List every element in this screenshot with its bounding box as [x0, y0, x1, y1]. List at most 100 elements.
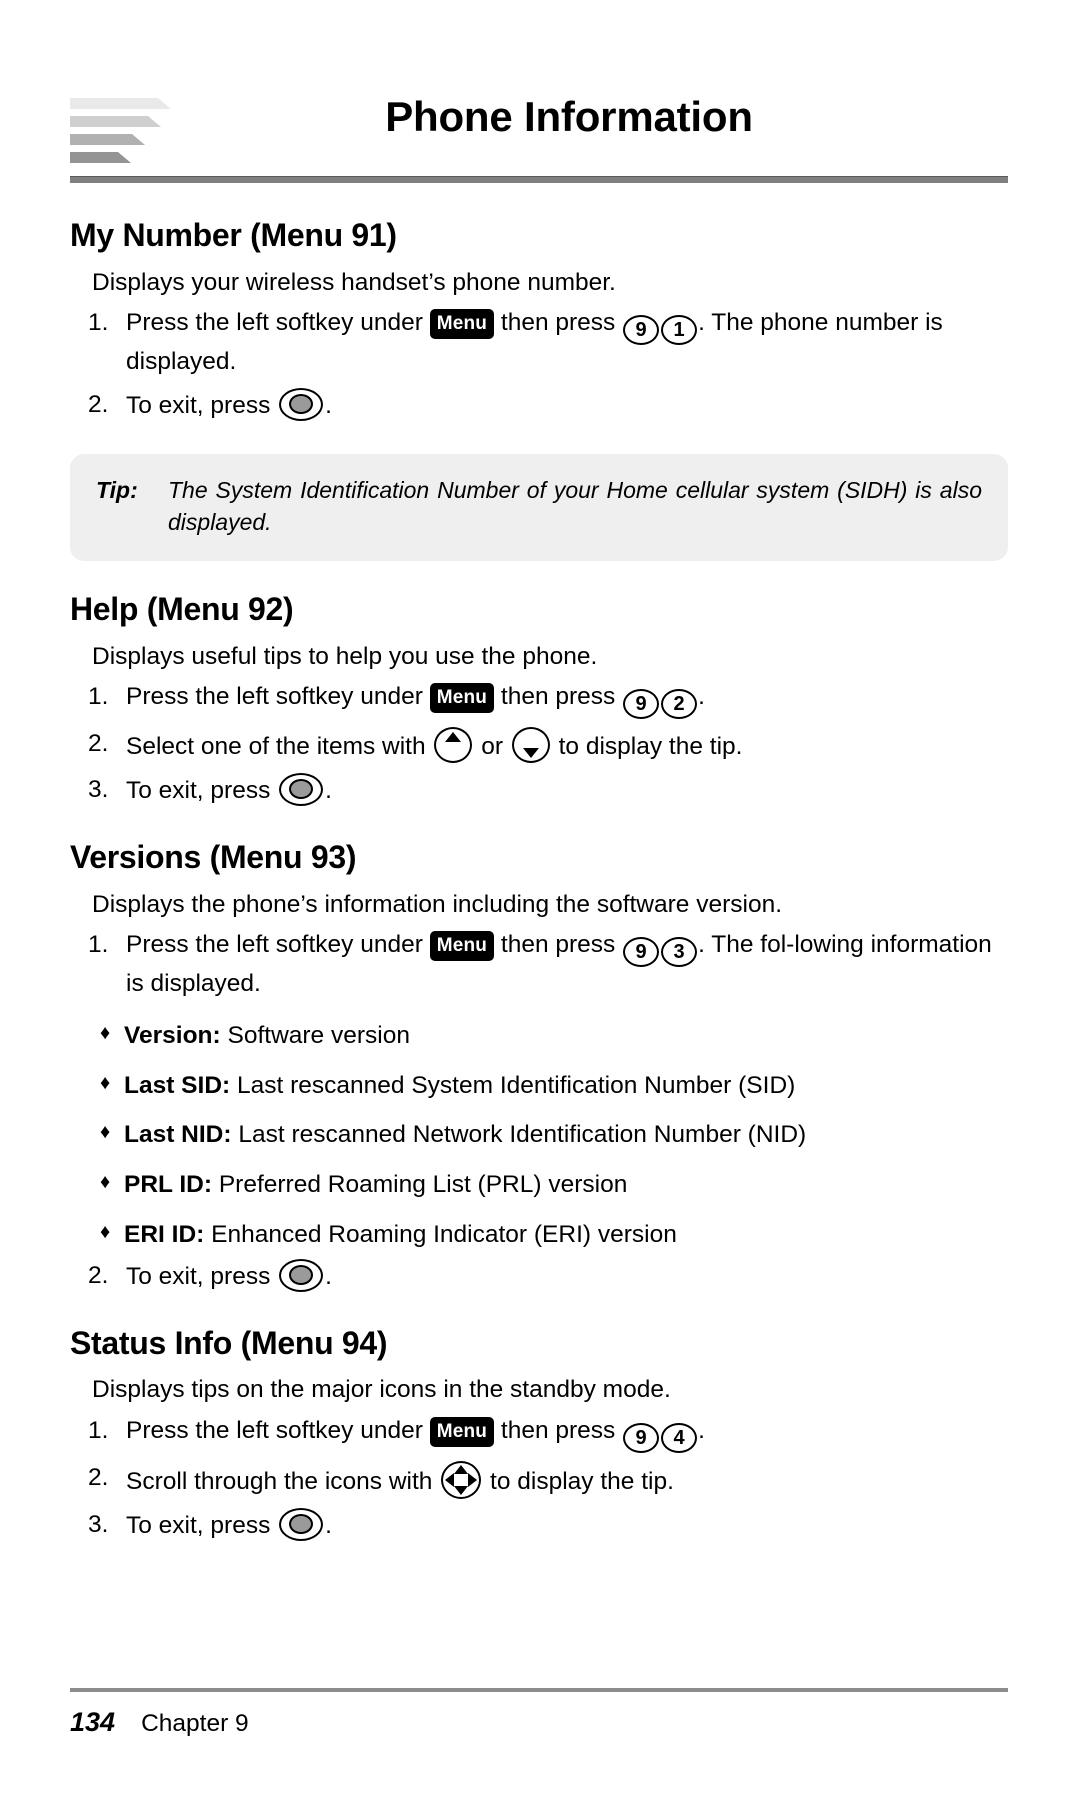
section-help: Help (Menu 92) Displays useful tips to he…	[70, 591, 1008, 809]
list-item-term: Version:	[124, 1021, 221, 1049]
step-text: Press the left softkey under	[126, 1416, 430, 1444]
list-item-term: PRL ID:	[124, 1171, 213, 1199]
number-key-9-icon: 9	[623, 315, 660, 346]
number-key-4-icon: 4	[661, 1422, 698, 1453]
end-key-icon	[279, 387, 324, 421]
menu-softkey-label: Menu	[429, 309, 495, 340]
tip-label: Tip:	[96, 476, 138, 503]
step-number: 1.	[88, 930, 109, 958]
step-item: 2. Scroll through the icons with to displ…	[70, 1460, 1008, 1500]
step-text: or	[474, 733, 510, 761]
down-arrow-key-icon	[511, 727, 550, 764]
step-list-my-number: 1. Press the left softkey under Menu then…	[70, 306, 1008, 424]
step-text: then press	[494, 683, 623, 711]
list-item: ♦ ERI ID: Enhanced Roaming Indicator (ERI…	[70, 1219, 1008, 1251]
step-list-versions: 1. Press the left softkey under Menu then…	[70, 928, 1008, 1002]
list-item: ♦ Version: Software version	[70, 1020, 1008, 1052]
step-text: Scroll through the icons with	[126, 1467, 440, 1495]
diamond-bullet-icon: ♦	[100, 1171, 111, 1194]
list-item-description: Enhanced Roaming Indicator (ERI) version	[204, 1221, 677, 1249]
page-header: Phone Information	[70, 92, 1008, 170]
step-number: 2.	[88, 730, 109, 758]
step-text: Press the left softkey under	[126, 683, 430, 711]
step-text: .	[698, 1416, 705, 1444]
menu-softkey-label: Menu	[429, 930, 495, 961]
diamond-bullet-icon: ♦	[100, 1221, 111, 1244]
section-title: Versions (Menu 93)	[70, 838, 357, 875]
step-item: 2. Select one of the items with or to dis…	[70, 727, 1008, 765]
diamond-bullet-icon: ♦	[100, 1021, 111, 1044]
end-key-icon	[279, 1258, 324, 1292]
section-title: Status Info (Menu 94)	[70, 1324, 388, 1361]
step-list-help: 1. Press the left softkey under Menu then…	[70, 680, 1008, 809]
number-key-3-icon: 3	[661, 936, 698, 967]
tip-text: The System Identification Number of your…	[168, 476, 982, 536]
step-text: Select one of the items with	[126, 733, 433, 761]
four-way-nav-key-icon	[441, 1460, 482, 1499]
list-item: ♦ Last NID: Last rescanned Network Identi…	[70, 1119, 1008, 1151]
page-content: My Number (Menu 91) Displays your wireles…	[70, 217, 1008, 1543]
page-number: 134	[70, 1707, 116, 1737]
step-text: then press	[494, 309, 623, 337]
list-item: ♦ PRL ID: Preferred Roaming List (PRL) ve…	[70, 1169, 1008, 1201]
list-item-term: Last SID:	[124, 1071, 231, 1099]
diamond-bullet-icon: ♦	[100, 1121, 111, 1144]
menu-softkey-label: Menu	[429, 1416, 495, 1447]
list-item-description: Software version	[220, 1021, 410, 1049]
step-text: then press	[494, 1416, 623, 1444]
step-text: to display the tip.	[551, 733, 743, 761]
section-intro: Displays useful tips to help you use the…	[92, 642, 598, 670]
step-item: 3. To exit, press .	[70, 772, 1008, 809]
step-number: 2.	[88, 1261, 109, 1289]
menu-softkey-label: Menu	[429, 683, 495, 714]
diamond-bullet-icon: ♦	[100, 1071, 111, 1094]
step-item: 3. To exit, press .	[70, 1507, 1008, 1544]
step-text: To exit, press	[126, 1511, 278, 1539]
page-footer: 134 Chapter 9	[70, 1707, 249, 1738]
step-number: 3.	[88, 775, 109, 803]
footer-divider	[70, 1688, 1008, 1692]
section-title: Help (Menu 92)	[70, 591, 294, 628]
step-text: To exit, press	[126, 391, 278, 419]
number-key-1-icon: 1	[661, 315, 698, 346]
list-item-description: Preferred Roaming List (PRL) version	[212, 1171, 628, 1199]
number-key-9-icon: 9	[623, 1422, 660, 1453]
step-text: Press the left softkey under	[126, 930, 430, 958]
step-number: 1.	[88, 683, 109, 711]
version-info-list: ♦ Version: Software version ♦ Last SID: Las…	[70, 1020, 1008, 1251]
header-divider	[70, 176, 1008, 183]
number-key-2-icon: 2	[661, 689, 698, 720]
chapter-label: Chapter 9	[141, 1710, 249, 1737]
step-number: 3.	[88, 1510, 109, 1538]
step-text: to display the tip.	[483, 1467, 674, 1495]
step-list-versions-after: 2. To exit, press .	[70, 1258, 1008, 1295]
step-item: 2. To exit, press .	[70, 387, 1008, 424]
step-item: 1. Press the left softkey under Menu then…	[70, 306, 1008, 380]
step-text: To exit, press	[126, 776, 278, 804]
step-text: then press	[494, 930, 623, 958]
end-key-icon	[279, 1507, 324, 1541]
step-item: 2. To exit, press .	[70, 1258, 1008, 1295]
manual-page: Phone Information My Number (Menu 91) Dis…	[0, 0, 1080, 1800]
step-item: 1. Press the left softkey under Menu then…	[70, 1414, 1008, 1453]
step-number: 2.	[88, 1463, 109, 1491]
list-item-description: Last rescanned Network Identification Nu…	[231, 1121, 807, 1149]
list-item-term: Last NID:	[124, 1121, 232, 1149]
step-list-status-info: 1. Press the left softkey under Menu then…	[70, 1414, 1008, 1544]
up-arrow-key-icon	[434, 727, 473, 764]
number-key-9-icon: 9	[623, 936, 660, 967]
number-key-9-icon: 9	[623, 689, 660, 720]
list-item: ♦ Last SID: Last rescanned System Identif…	[70, 1070, 1008, 1102]
step-text: To exit, press	[126, 1262, 278, 1290]
step-item: 1. Press the left softkey under Menu then…	[70, 928, 1008, 1002]
page-title: Phone Information	[385, 93, 753, 140]
step-item: 1. Press the left softkey under Menu then…	[70, 680, 1008, 720]
section-title: My Number (Menu 91)	[70, 217, 397, 253]
list-item-term: ERI ID:	[124, 1221, 205, 1249]
step-number: 1.	[88, 309, 109, 337]
step-text: .	[325, 1262, 332, 1290]
step-text: .	[698, 683, 705, 711]
list-item-description: Last rescanned System Identification Num…	[230, 1071, 796, 1099]
step-text: .	[325, 776, 332, 804]
end-key-icon	[279, 772, 324, 806]
